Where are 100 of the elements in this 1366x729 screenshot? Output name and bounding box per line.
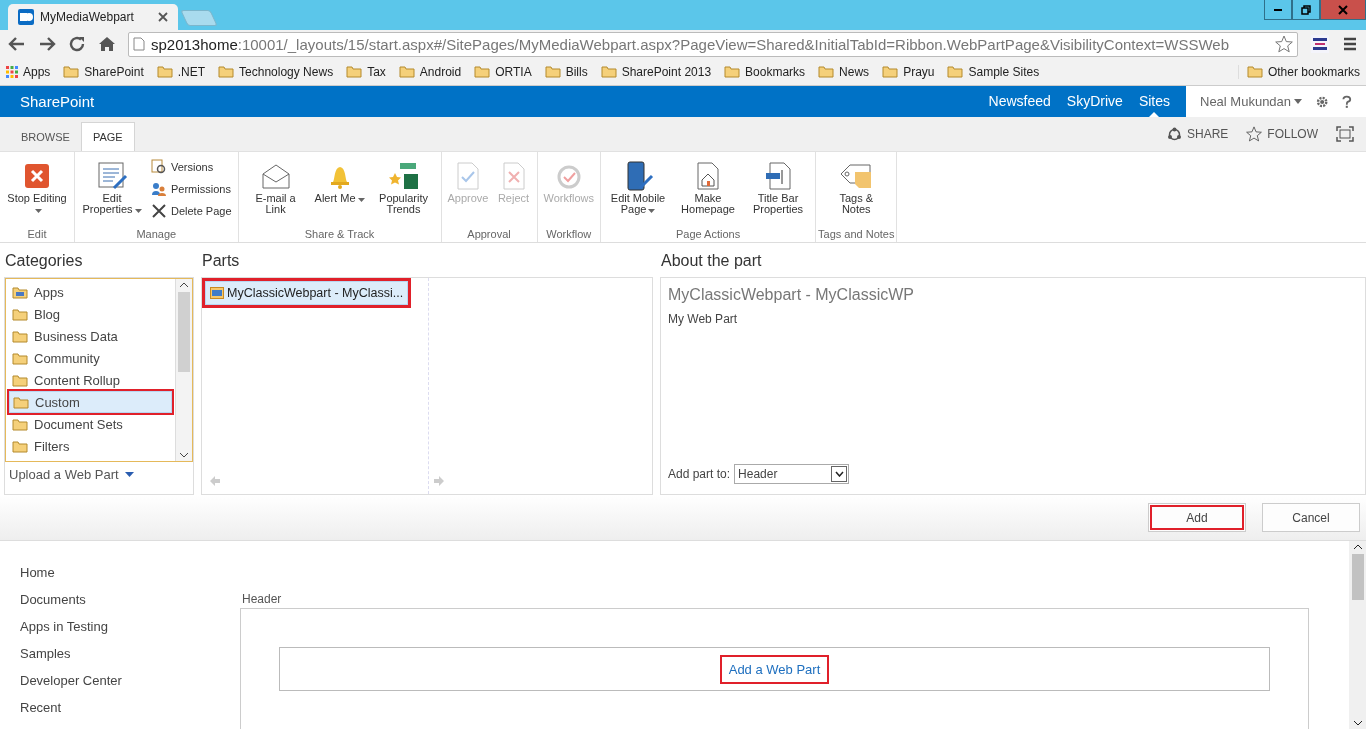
nav-link[interactable]: Documents xyxy=(20,592,220,608)
folder-icon xyxy=(818,65,835,78)
category-item[interactable]: Blog xyxy=(9,303,172,325)
brand-link[interactable]: SharePoint xyxy=(0,93,95,110)
folder-icon xyxy=(600,65,617,78)
forward-icon[interactable] xyxy=(38,35,56,53)
scrollbar[interactable] xyxy=(1349,541,1366,729)
suite-link[interactable]: Newsfeed xyxy=(980,86,1059,117)
bookmark-folder[interactable]: News xyxy=(818,64,870,79)
ribbon-tab[interactable]: BROWSE xyxy=(10,123,81,151)
bookmark-folder[interactable]: Bookmarks xyxy=(724,64,806,79)
ribbon-button[interactable]: Versions xyxy=(147,156,236,178)
minimize-button[interactable] xyxy=(1264,0,1292,20)
upload-link[interactable]: Upload a Web Part xyxy=(5,462,193,487)
close-icon[interactable] xyxy=(158,12,168,22)
ribbon-button[interactable]: Delete Page xyxy=(147,200,236,222)
home-icon[interactable] xyxy=(98,35,116,53)
bookmark-folder[interactable]: ORTIA xyxy=(474,64,532,79)
part-item[interactable]: MyClassicWebpart - MyClassi... xyxy=(205,281,409,305)
bookmark-folder[interactable]: SharePoint 2013 xyxy=(600,64,712,79)
group-label: Tags and Notes xyxy=(818,227,895,242)
ribbon-tab[interactable]: PAGE xyxy=(80,122,135,151)
nav-link[interactable]: Samples xyxy=(20,646,220,662)
scroll-thumb[interactable] xyxy=(178,292,190,372)
category-item[interactable]: Content Rollup xyxy=(9,369,172,391)
category-item[interactable]: Apps xyxy=(9,281,172,303)
share-icon xyxy=(1167,126,1182,142)
bookmark-folder[interactable]: Android xyxy=(398,64,462,79)
folder-icon xyxy=(398,65,415,78)
restore-button[interactable] xyxy=(1292,0,1320,20)
ribbon-button[interactable]: Stop Editing xyxy=(2,156,72,220)
folder-icon xyxy=(218,65,235,78)
dialog-button[interactable]: Add xyxy=(1148,503,1246,532)
column-title: About the part xyxy=(660,251,763,271)
ribbon-button[interactable]: Title Bar Properties xyxy=(743,156,814,220)
category-item[interactable]: Business Data xyxy=(9,325,172,347)
folder-icon xyxy=(63,65,80,78)
dialog-button[interactable]: Cancel xyxy=(1262,503,1360,532)
zone-title: Header xyxy=(241,592,283,606)
bookmark-folder[interactable]: .NET xyxy=(156,64,206,79)
ribbon-button[interactable]: Popularity Trends xyxy=(368,156,439,220)
ribbon-button[interactable]: E-mail a Link xyxy=(240,156,311,220)
ribbon-button[interactable]: Tags & Notes xyxy=(821,156,892,220)
column-title: Parts xyxy=(201,251,241,271)
bookmark-folder[interactable]: Sample Sites xyxy=(947,64,1040,79)
minimize-icon xyxy=(1274,8,1282,11)
field-label: Add part to: xyxy=(668,467,731,481)
folder-icon xyxy=(1246,65,1263,78)
category-item[interactable]: Community xyxy=(9,347,172,369)
column-title: Categories xyxy=(4,251,84,271)
close-icon xyxy=(24,163,50,189)
caret-icon xyxy=(834,471,844,477)
browser-tab[interactable]: MyMediaWebpart xyxy=(8,4,178,30)
ribbon-button[interactable]: Alert Me xyxy=(310,156,369,220)
category-item[interactable]: Filters xyxy=(9,435,172,457)
close-button[interactable] xyxy=(1320,0,1366,20)
ribbon-action[interactable]: SHARE xyxy=(1167,126,1229,142)
ribbon-action[interactable]: FOLLOW xyxy=(1246,126,1318,142)
bookmark-folder[interactable]: Other bookmarks xyxy=(1237,64,1360,79)
zone-dropdown[interactable]: Header xyxy=(734,464,850,484)
category-item[interactable]: Document Sets xyxy=(9,413,172,435)
focus-icon[interactable] xyxy=(1336,126,1354,142)
folder-icon xyxy=(544,65,561,78)
folder-icon xyxy=(12,373,28,387)
ribbon-button[interactable]: Make Homepage xyxy=(673,156,744,220)
folder-icon xyxy=(12,439,28,453)
pages-search-icon xyxy=(151,159,167,175)
tab-title: MyMediaWebpart xyxy=(40,10,134,24)
bookmark-folder[interactable]: Prayu xyxy=(882,64,935,79)
nav-link[interactable]: Home xyxy=(20,565,220,581)
star-icon[interactable] xyxy=(1275,35,1293,53)
bookmark-folder[interactable]: Tax xyxy=(346,64,386,79)
star-icon xyxy=(1246,126,1263,142)
reload-icon[interactable] xyxy=(68,35,86,53)
ribbon-button[interactable]: Permissions xyxy=(147,178,236,200)
ribbon-button[interactable]: Edit Mobile Page xyxy=(603,156,674,220)
scroll-thumb[interactable] xyxy=(1351,554,1364,600)
apps-bookmark[interactable]: Apps xyxy=(6,64,51,79)
page-icon xyxy=(133,37,145,51)
nav-link[interactable]: Recent xyxy=(20,700,220,716)
part-description: My Web Part xyxy=(668,312,739,326)
bookmark-folder[interactable]: Technology News xyxy=(218,64,334,79)
ribbon-button[interactable]: Edit Properties xyxy=(77,156,147,220)
add-web-part-link[interactable]: Add a Web Part xyxy=(721,656,828,682)
group-label: Page Actions xyxy=(675,227,741,242)
bookmark-folder[interactable]: SharePoint xyxy=(63,64,144,79)
menu-icon[interactable] xyxy=(1342,36,1358,52)
folder-icon xyxy=(882,65,899,78)
web-part-icon xyxy=(210,287,224,299)
suite-link[interactable]: SkyDrive xyxy=(1058,86,1131,117)
bookmark-folder[interactable]: Bills xyxy=(544,64,588,79)
address-bar[interactable]: sp2013home:10001/_layouts/15/start.aspx#/SitePages/MyMediaWebpart.aspx?PageView=Shared&InitialTabId=Ribbon.WebPartPage&VisibilityContext=WSSWeb xyxy=(128,31,1298,57)
close-icon xyxy=(1337,3,1349,16)
scrollbar[interactable] xyxy=(175,279,192,461)
suite-link[interactable]: Sites xyxy=(1130,86,1178,117)
category-item[interactable]: Custom xyxy=(9,391,172,413)
back-icon[interactable] xyxy=(8,35,26,53)
extension-icon[interactable] xyxy=(1310,34,1330,54)
nav-link[interactable]: Developer Center xyxy=(20,673,220,689)
nav-link[interactable]: Apps in Testing xyxy=(20,619,220,635)
